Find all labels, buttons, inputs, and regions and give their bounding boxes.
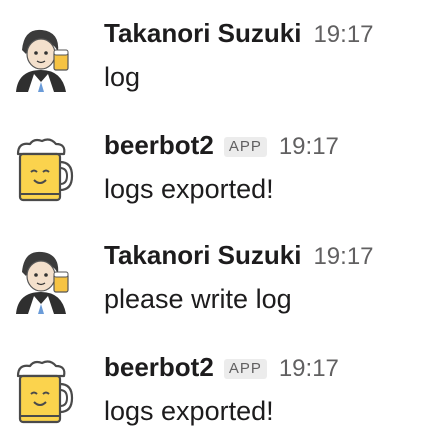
person-avatar-icon[interactable] [4,22,76,94]
message-text: please write log [104,284,292,314]
message-timestamp[interactable]: 19:17 [279,355,339,383]
sender-name[interactable]: Takanori Suzuki [104,18,301,49]
message-item: beerbot2 APP 19:17 logs exported! [0,112,422,222]
message-item: Takanori Suzuki 19:17 log [0,0,422,110]
message-header: beerbot2 APP 19:17 [104,352,422,392]
message-item: Takanori Suzuki 19:17 please write log [0,222,422,332]
message-item: beerbot2 APP 19:17 logs exported! [0,334,422,442]
sender-name[interactable]: beerbot2 [104,130,214,161]
beer-mug-avatar-icon[interactable] [4,356,76,428]
sender-name[interactable]: beerbot2 [104,352,214,383]
message-text: logs exported! [104,396,274,426]
message-timestamp[interactable]: 19:17 [279,133,339,161]
message-list: Takanori Suzuki 19:17 log beerbot2 APP 1… [0,0,422,442]
message-text: log [104,62,141,92]
sender-name[interactable]: Takanori Suzuki [104,240,301,271]
app-badge: APP [223,359,267,379]
app-badge: APP [223,137,267,157]
person-avatar-icon[interactable] [4,244,76,316]
beer-mug-avatar-icon[interactable] [4,134,76,206]
message-timestamp[interactable]: 19:17 [313,243,373,271]
message-header: beerbot2 APP 19:17 [104,130,422,170]
message-timestamp[interactable]: 19:17 [313,21,373,49]
message-text: logs exported! [104,174,274,204]
message-header: Takanori Suzuki 19:17 [104,240,422,280]
message-header: Takanori Suzuki 19:17 [104,18,422,58]
